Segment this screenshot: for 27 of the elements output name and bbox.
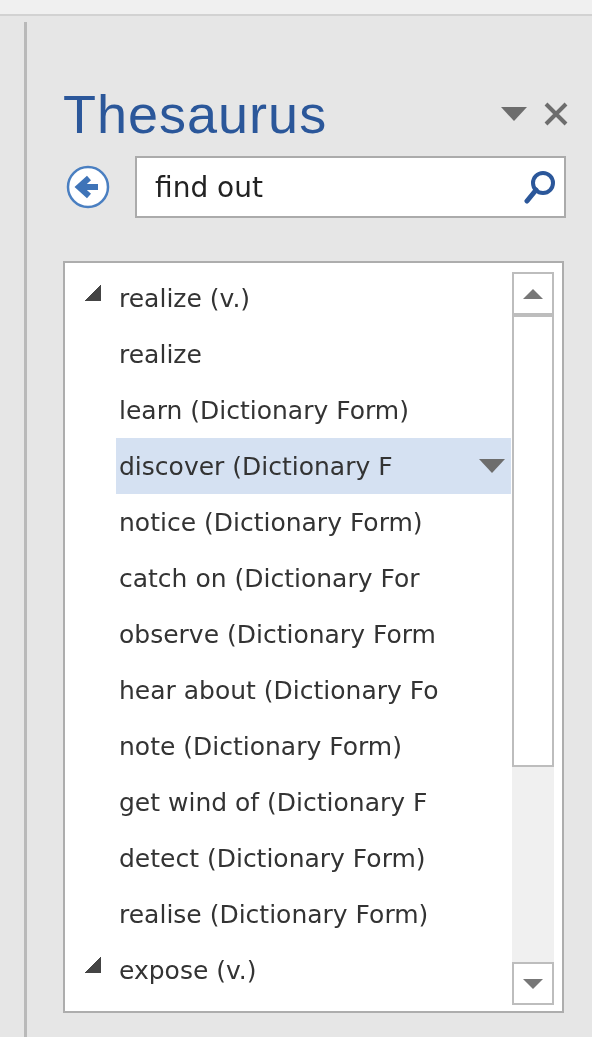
synonym-item[interactable]: realize [116,326,511,382]
close-icon[interactable] [543,101,569,127]
synonym-item[interactable]: discover (Dictionary F [116,438,511,494]
heading-item[interactable]: realize (v.) [119,283,251,313]
synonym-item[interactable]: catch on (Dictionary For [116,550,511,606]
heading-item[interactable]: expose (v.) [119,955,257,985]
pane-title: Thesaurus [63,83,329,146]
synonym-item[interactable]: learn (Dictionary Form) [116,382,511,438]
synonym-item[interactable]: realise (Dictionary Form) [116,886,511,942]
synonym-item[interactable]: hear about (Dictionary Fo [116,662,511,718]
synonym-item[interactable]: get wind of (Dictionary F [116,774,511,830]
synonym-item[interactable]: notice (Dictionary Form) [116,494,511,550]
scroll-up-button[interactable] [512,272,554,315]
dropdown-caret-icon[interactable] [479,459,505,473]
search-field[interactable]: find out [135,156,566,218]
synonym-item[interactable]: observe (Dictionary Form [116,606,511,662]
expanded-triangle-icon[interactable] [85,957,101,973]
search-icon[interactable] [524,170,556,204]
synonym-item[interactable]: detect (Dictionary Form) [116,830,511,886]
up-arrow-icon [523,288,543,299]
back-icon[interactable] [66,165,110,209]
scrollbar-thumb[interactable] [512,315,554,767]
down-arrow-icon [523,978,543,989]
synonym-item[interactable]: note (Dictionary Form) [116,718,511,774]
scroll-down-button[interactable] [512,962,554,1005]
pane-menu-icon[interactable] [501,107,527,121]
expanded-triangle-icon[interactable] [85,285,101,301]
